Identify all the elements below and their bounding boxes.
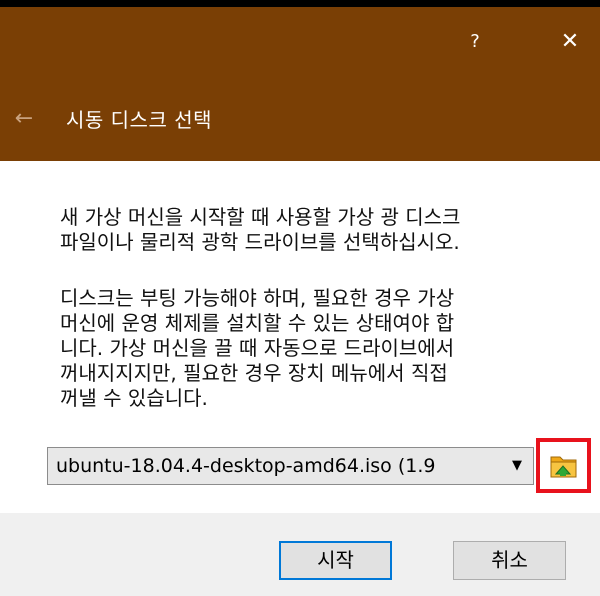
start-button[interactable]: 시작 bbox=[279, 541, 392, 580]
chevron-down-icon[interactable]: ▼ bbox=[507, 448, 527, 484]
note-line: 꺼낼 수 있습니다. bbox=[60, 386, 208, 410]
instruction-paragraph: 새 가상 머신을 시작할 때 사용할 가상 광 디스크 파일이나 물리적 광학 … bbox=[60, 205, 580, 255]
close-button[interactable]: ✕ bbox=[545, 22, 595, 62]
browse-disk-button[interactable] bbox=[536, 438, 591, 493]
back-arrow-icon[interactable]: ← bbox=[10, 105, 38, 133]
window-top-strip bbox=[0, 0, 600, 7]
instruction-line: 새 가상 머신을 시작할 때 사용할 가상 광 디스크 bbox=[60, 205, 461, 229]
cancel-button[interactable]: 취소 bbox=[453, 541, 566, 580]
dialog-footer: 시작 취소 bbox=[0, 513, 600, 596]
page-title: 시동 디스크 선택 bbox=[66, 108, 213, 132]
start-disk-dialog: ? ✕ ← 시동 디스크 선택 새 가상 머신을 시작할 때 사용할 가상 광 … bbox=[0, 0, 600, 596]
instruction-line: 파일이나 물리적 광학 드라이브를 선택하십시오. bbox=[60, 230, 460, 254]
folder-green-arrow-icon bbox=[550, 456, 577, 478]
note-paragraph: 디스크는 부팅 가능해야 하며, 필요한 경우 가상 머신에 운영 체제를 설치… bbox=[60, 286, 580, 411]
help-button[interactable]: ? bbox=[450, 22, 500, 62]
note-line: 머신에 운영 체제를 설치할 수 있는 상태여야 합 bbox=[60, 311, 455, 335]
note-line: 꺼내지지지만, 필요한 경우 장치 메뉴에서 직접 bbox=[60, 361, 448, 385]
note-line: 니다. 가상 머신을 끌 때 자동으로 드라이브에서 bbox=[60, 336, 455, 360]
disk-select-dropdown[interactable]: ubuntu-18.04.4-desktop-amd64.iso (1.9 ▼ bbox=[47, 447, 534, 485]
dialog-header: ? ✕ ← 시동 디스크 선택 bbox=[0, 7, 600, 161]
dialog-content: 새 가상 머신을 시작할 때 사용할 가상 광 디스크 파일이나 물리적 광학 … bbox=[0, 161, 600, 513]
note-line: 디스크는 부팅 가능해야 하며, 필요한 경우 가상 bbox=[60, 286, 455, 310]
disk-select-value: ubuntu-18.04.4-desktop-amd64.iso (1.9 bbox=[56, 455, 436, 477]
